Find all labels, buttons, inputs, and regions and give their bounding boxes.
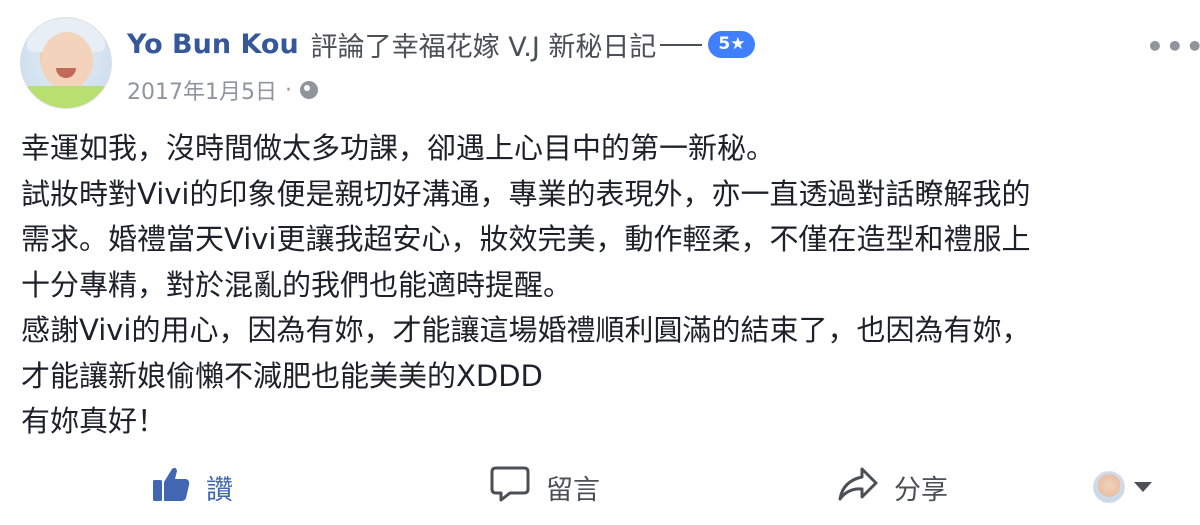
post-line: 有妳真好！ <box>21 404 167 438</box>
rating-badge: 5★ <box>708 30 756 58</box>
share-button[interactable]: 分享 <box>838 462 948 512</box>
comment-label: 留言 <box>546 474 600 506</box>
like-label: 讚 <box>206 474 233 506</box>
chevron-down-icon[interactable] <box>1134 482 1152 492</box>
post-header: Yo Bun Kou 評論了幸福花嫁 V.J 新秘日記 5★ <box>127 24 756 64</box>
post-meta: 2017年1月5日 · <box>127 74 318 106</box>
rating-connector <box>660 44 703 46</box>
viewer-avatar[interactable] <box>1093 471 1125 503</box>
comment-button[interactable]: 留言 <box>490 462 600 512</box>
comment-icon <box>490 465 530 510</box>
thumbs-up-icon <box>152 466 190 509</box>
globe-icon[interactable] <box>299 81 318 99</box>
post-line: 才能讓新娘偷懶不減肥也能美美的XDDD <box>21 358 543 393</box>
meta-separator: · <box>284 77 292 103</box>
author-avatar[interactable] <box>20 17 112 109</box>
avatar-face <box>41 32 93 90</box>
like-button[interactable]: 讚 <box>152 462 233 512</box>
post-actions-bar: 讚 留言 分享 <box>0 462 1200 512</box>
review-action-text[interactable]: 評論了幸福花嫁 V.J 新秘日記 <box>311 25 657 64</box>
post-line: 幸運如我，沒時間做太多功課，卻遇上心目中的第一新秘。 <box>21 131 776 165</box>
share-label: 分享 <box>894 474 948 506</box>
avatar-shirt <box>21 86 111 108</box>
ellipsis-icon[interactable]: ••• <box>1146 30 1200 63</box>
post-line: 試妝時對Vivi的印象便是親切好溝通，專業的表現外，亦一直透過對話瞭解我的 <box>21 176 1031 211</box>
post-date[interactable]: 2017年1月5日 <box>127 74 277 106</box>
post-line: 感謝Vivi的用心，因為有妳，才能讓這場婚禮順利圓滿的結束了，也因為有妳， <box>21 313 1031 347</box>
post-line: 十分專精，對於混亂的我們也能適時提醒。 <box>21 267 573 302</box>
author-name[interactable]: Yo Bun Kou <box>127 29 299 60</box>
post-line: 需求。婚禮當天Vivi更讓我超安心，妝效完美，動作輕柔，不僅在造型和禮服上 <box>21 222 1031 256</box>
post-body: 幸運如我，沒時間做太多功課，卻遇上心目中的第一新秘。 試妝時對Vivi的印象便是… <box>21 126 1181 445</box>
share-icon <box>838 466 878 509</box>
